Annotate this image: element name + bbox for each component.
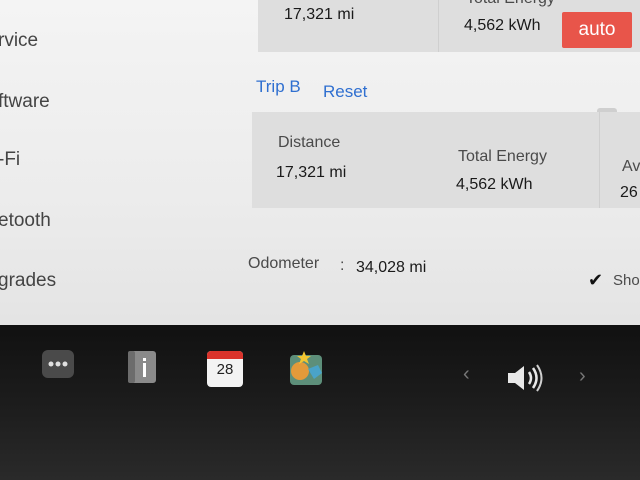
manual-icon[interactable] (124, 349, 158, 385)
sidebar-item-upgrades[interactable]: grades (0, 270, 56, 292)
odometer-separator: : (340, 257, 345, 274)
trip-b-distance-value: 17,321 mi (276, 164, 347, 181)
prev-arrow-icon[interactable]: ‹ (463, 363, 470, 386)
trip-b-average-label: Av (622, 158, 640, 175)
sidebar-item-software[interactable]: ftware (0, 91, 50, 113)
trip-a-energy-label: Total Energy (466, 0, 555, 8)
settings-screen: rvice ftware -Fi etooth grades 17,321 mi… (0, 0, 640, 325)
sidebar-item-bluetooth[interactable]: etooth (0, 210, 51, 232)
trip-b-energy-value: 4,562 kWh (456, 176, 533, 193)
trip-a-energy-value: 4,562 kWh (464, 17, 541, 34)
divider (438, 0, 439, 52)
calendar-day: 28 (216, 361, 234, 378)
toybox-icon[interactable] (288, 349, 326, 387)
auto-watermark: auto (562, 12, 632, 48)
next-arrow-icon[interactable]: › (579, 365, 586, 388)
odometer-value: 34,028 mi (356, 259, 427, 276)
calendar-icon[interactable]: 28 (207, 351, 243, 387)
more-apps-icon[interactable] (42, 350, 74, 378)
sidebar-item-service[interactable]: rvice (0, 30, 38, 52)
calendar-header (207, 351, 243, 359)
trip-b-energy-label: Total Energy (458, 148, 547, 165)
show-option-label: Sho (613, 272, 640, 289)
taskbar: 28 ‹ › (0, 325, 640, 480)
trip-b-card: Distance 17,321 mi Total Energy 4,562 kW… (252, 112, 640, 208)
watermark-text: auto (578, 19, 616, 40)
trip-a-distance-value: 17,321 mi (284, 6, 355, 23)
odometer-label: Odometer (248, 255, 320, 272)
divider (599, 112, 600, 208)
sidebar-item-wifi[interactable]: -Fi (0, 149, 20, 171)
reset-button[interactable]: Reset (323, 82, 367, 102)
trip-b-distance-label: Distance (278, 134, 341, 151)
trip-b-title: Trip B (256, 77, 301, 96)
volume-icon[interactable] (505, 363, 545, 393)
trip-b-average-value: 26 (620, 184, 638, 201)
checkmark-icon[interactable]: ✔ (588, 270, 603, 291)
